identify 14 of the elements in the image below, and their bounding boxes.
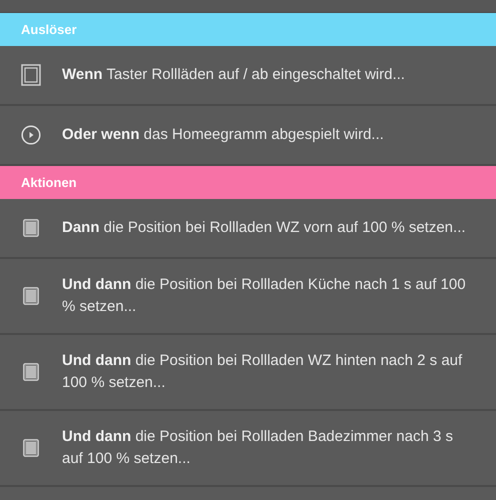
roller-shutter-icon	[23, 219, 39, 237]
roller-shutter-icon	[23, 363, 39, 381]
play-icon	[21, 125, 41, 145]
roller-shutter-icon	[23, 287, 39, 305]
rule-text: Und dann die Position bei Rollladen Küche nach 1 s auf 100 % setzen...	[62, 275, 467, 317]
rule-text: Und dann die Position bei Rollladen Badezimmer nach 3 s auf 100 % setzen...	[62, 427, 454, 469]
section-header: Aktionen	[0, 166, 496, 199]
roller-shutter-icon	[23, 439, 39, 457]
rule-text: Dann die Position bei Rollladen WZ vorn auf 100 % setzen...	[62, 218, 466, 238]
section-header: Auslöser	[0, 13, 496, 46]
rule-text: Und dann die Position bei Rollladen WZ hinten nach 2 s auf 100 % setzen...	[62, 351, 464, 393]
switch-icon	[21, 64, 41, 86]
rule-text: Wenn Taster Rollläden auf / ab eingeschaltet wird...	[62, 65, 405, 85]
rule-text: Oder wenn das Homeegramm abgespielt wird...	[62, 125, 384, 145]
